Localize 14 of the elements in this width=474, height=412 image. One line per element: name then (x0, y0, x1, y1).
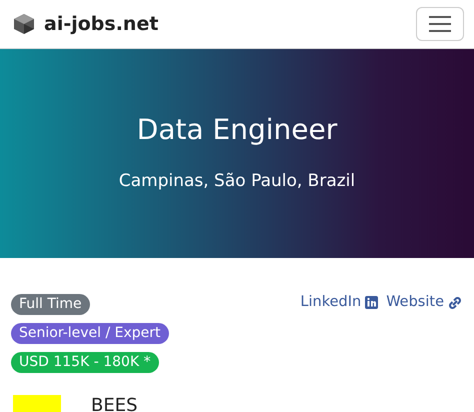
link-icon (448, 296, 462, 310)
job-tag: Senior-level / Expert (11, 323, 169, 344)
menu-icon (429, 15, 451, 33)
logo-icon (12, 13, 36, 35)
site-name[interactable]: ai-jobs.net (44, 10, 158, 38)
job-title: Data Engineer (136, 112, 338, 147)
job-location: Campinas, São Paulo, Brazil (118, 170, 356, 193)
linkedin-icon (365, 296, 378, 310)
company-name: BEES (91, 394, 138, 412)
job-tag: USD 115K - 180K * (11, 352, 159, 373)
job-tag: Full Time (11, 294, 90, 315)
link[interactable]: Website (386, 292, 462, 314)
link[interactable]: LinkedIn (300, 292, 378, 314)
menu-button[interactable] (416, 7, 464, 41)
